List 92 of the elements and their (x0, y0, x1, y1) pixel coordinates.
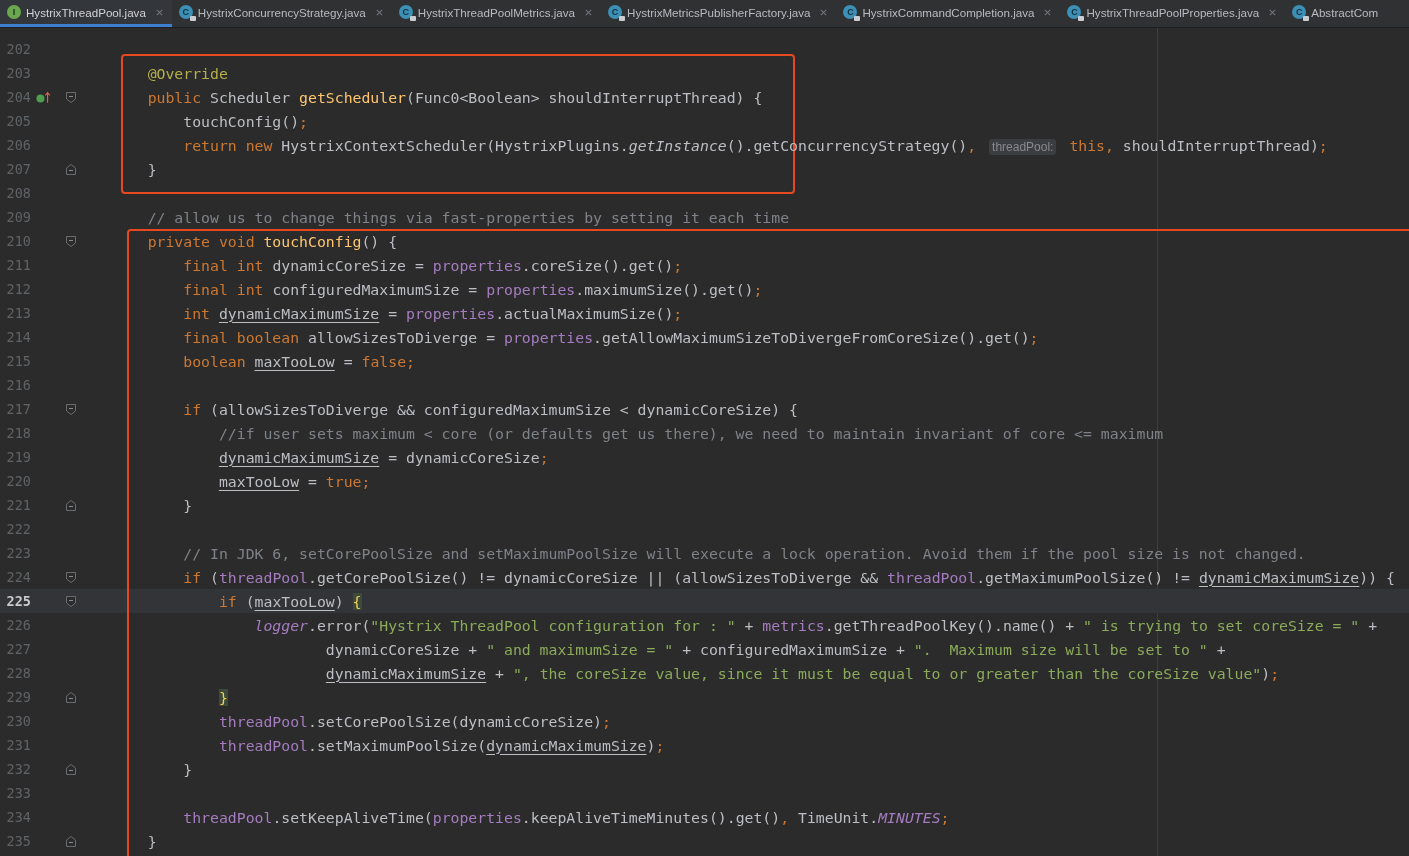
line-number: 210 (5, 233, 31, 249)
code-line: if (allowSizesToDiverge && configuredMaximumSize < dynamicCoreSize) { (182, 400, 798, 418)
file-type-icon: I (7, 5, 21, 19)
line-number: 234 (5, 809, 31, 825)
line-number: 226 (5, 617, 31, 633)
line-number: 217 (5, 401, 31, 417)
fold-marker-icon[interactable] (66, 91, 76, 103)
code-line: threadPool.setMaximumPoolSize(dynamicMaximumSize); (217, 736, 665, 754)
code-line: final boolean allowSizesToDiverge = properties.getAllowMaximumSizeToDivergeFromCoreSize().get(); (182, 328, 1039, 346)
code-line: } (146, 832, 157, 850)
line-number: 235 (5, 833, 31, 849)
line-number: 220 (5, 473, 31, 489)
line-number: 214 (5, 329, 31, 345)
close-icon[interactable] (584, 7, 594, 17)
file-type-icon: C (398, 5, 413, 19)
line-number: 230 (5, 713, 31, 729)
code-line: dynamicCoreSize + " and maximumSize = " + configuredMaximumSize + ". Maximum size will be set to " + (324, 640, 1226, 658)
editor-tab[interactable]: C HystrixThreadPoolMetrics.java (391, 0, 602, 27)
line-number: 219 (5, 449, 31, 465)
file-type-icon: C (608, 5, 623, 19)
code-line: } (182, 760, 193, 778)
code-line: touchConfig(); (182, 112, 308, 130)
code-line: } (182, 496, 193, 514)
code-line: threadPool.setCorePoolSize(dynamicCoreSize); (217, 712, 611, 730)
line-number: 202 (5, 41, 31, 57)
file-type-icon: C (1067, 5, 1082, 19)
code-line: maxTooLow = true; (217, 472, 371, 490)
code-line: dynamicMaximumSize = dynamicCoreSize; (217, 448, 549, 466)
close-icon[interactable] (374, 7, 384, 17)
line-number: 204 (5, 89, 31, 105)
line-number: 232 (5, 761, 31, 777)
line-number: 205 (5, 113, 31, 129)
editor-tab[interactable]: C AbstractCom (1285, 0, 1387, 27)
code-line: int dynamicMaximumSize = properties.actualMaximumSize(); (182, 304, 683, 322)
code-line: dynamicMaximumSize + ", the coreSize value, since it must be equal to or greater than the coreSize value"); (324, 664, 1280, 682)
file-type-icon: C (1292, 5, 1307, 19)
line-number: 207 (5, 161, 31, 177)
line-number: 209 (5, 209, 31, 225)
fold-marker-icon[interactable] (66, 163, 76, 175)
line-number: 211 (5, 257, 31, 273)
fold-marker-icon[interactable] (66, 403, 76, 415)
line-number: 213 (5, 305, 31, 321)
line-number: 227 (5, 641, 31, 657)
code-line: public Scheduler getScheduler(Func0<Boolean> shouldInterruptThread) { (146, 88, 763, 106)
close-icon[interactable] (154, 7, 164, 17)
editor-tab[interactable]: C HystrixCommandCompletion.java (836, 0, 1061, 27)
file-type-icon: C (178, 5, 193, 19)
line-number: 218 (5, 425, 31, 441)
line-number: 229 (5, 689, 31, 705)
close-icon[interactable] (819, 7, 829, 17)
code-line: boolean maxTooLow = false; (182, 352, 415, 370)
code-line: @Override (146, 64, 228, 82)
code-line: final int configuredMaximumSize = properties.maximumSize().get(); (182, 280, 763, 298)
code-line: logger.error("Hystrix ThreadPool configuration for : " + metrics.getThreadPoolKey().name() + " is trying to set coreSize = " + (253, 616, 1378, 634)
code-line: if (maxTooLow) { (217, 592, 362, 610)
line-number: 203 (5, 65, 31, 81)
line-number: 228 (5, 665, 31, 681)
fold-marker-icon[interactable] (66, 691, 76, 703)
code-line: final int dynamicCoreSize = properties.coreSize().get(); (182, 256, 683, 274)
code-line: if (threadPool.getCorePoolSize() != dynamicCoreSize || (allowSizesToDiverge && threadPool.getMaximumPoolSize() != dynamicMaximumSize)) { (182, 568, 1395, 586)
code-line: // In JDK 6, setCorePoolSize and setMaximumPoolSize will execute a lock operation. Avoid them if the pool size is not changed. (182, 544, 1306, 562)
line-number: 224 (5, 569, 31, 585)
line-number: 206 (5, 137, 31, 153)
file-type-icon: C (843, 5, 858, 19)
line-number: 222 (5, 521, 31, 537)
line-number: 208 (5, 185, 31, 201)
editor-tab[interactable]: C HystrixThreadPoolProperties.java (1060, 0, 1286, 27)
close-icon[interactable] (1043, 7, 1053, 17)
line-number: 233 (5, 785, 31, 801)
editor-tab[interactable]: C HystrixConcurrencyStrategy.java (171, 0, 392, 27)
code-line: //if user sets maximum < core (or defaults get us there), we need to maintain invariant of core <= maximum (217, 424, 1164, 442)
line-number: 215 (5, 353, 31, 369)
editor-tab[interactable]: I HystrixThreadPool.java (0, 0, 172, 27)
line-number: 223 (5, 545, 31, 561)
line-number: 212 (5, 281, 31, 297)
fold-marker-icon[interactable] (66, 835, 76, 847)
line-number: 231 (5, 737, 31, 753)
line-number: 216 (5, 377, 31, 393)
line-number: 221 (5, 497, 31, 513)
code-line: threadPool.setKeepAliveTime(properties.keepAliveTimeMinutes().get(), TimeUnit.MINUTES; (182, 808, 950, 826)
fold-marker-icon[interactable] (66, 763, 76, 775)
editor-tab[interactable]: C HystrixMetricsPublisherFactory.java (601, 0, 837, 27)
override-icon[interactable] (36, 90, 52, 104)
fold-marker-icon[interactable] (66, 571, 76, 583)
fold-marker-icon[interactable] (66, 499, 76, 511)
code-line: private void touchConfig() { (146, 232, 398, 250)
code-line: } (146, 160, 157, 178)
code-line: // allow us to change things via fast-properties by setting it each time (146, 208, 790, 226)
close-icon[interactable] (1268, 7, 1278, 17)
fold-marker-icon[interactable] (66, 595, 76, 607)
line-number: 225 (5, 593, 31, 609)
fold-marker-icon[interactable] (66, 235, 76, 247)
